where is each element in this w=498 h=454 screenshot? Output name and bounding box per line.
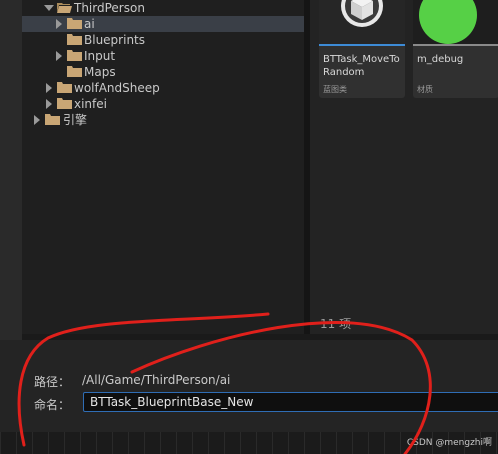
save-dialog-footer <box>0 340 498 432</box>
tree-item-maps[interactable]: Maps <box>22 64 304 80</box>
chevron-right-icon[interactable] <box>46 83 52 93</box>
folder-icon <box>57 82 72 93</box>
chevron-down-icon[interactable] <box>44 5 54 11</box>
path-label: 路径： <box>34 375 71 389</box>
tree-item-label: Input <box>84 49 116 63</box>
asset-type-bar <box>319 44 405 46</box>
chevron-right-icon[interactable] <box>56 19 62 29</box>
tree-item-input[interactable]: Input <box>22 48 304 64</box>
watermark: CSDN @mengzhi啊 <box>406 438 492 448</box>
asset-name-overflow: ... <box>323 70 333 76</box>
tree-item-engine[interactable]: 引擎 <box>22 112 304 128</box>
chevron-right-icon[interactable] <box>34 115 40 125</box>
asset-name: m_debug <box>417 54 464 65</box>
tree-item-label: ThirdPerson <box>74 1 145 15</box>
asset-type: 蓝图类 <box>323 85 347 94</box>
tree-item-wolfandsheep[interactable]: wolfAndSheep <box>22 80 304 96</box>
folder-icon <box>67 66 82 77</box>
path-value: /All/Game/ThirdPerson/ai <box>82 373 231 387</box>
folder-tree: ThirdPerson ai Blueprints Input Maps wol… <box>22 0 304 334</box>
tree-item-thirdperson[interactable]: ThirdPerson <box>22 0 304 16</box>
asset-card-bttask[interactable]: BTTask_MoveToRandom ... 蓝图类 <box>319 0 405 98</box>
tree-item-xinfei[interactable]: xinfei <box>22 96 304 112</box>
tree-item-label: Maps <box>84 65 116 79</box>
tree-item-blueprints[interactable]: Blueprints <box>22 32 304 48</box>
green-sphere-icon <box>418 0 478 48</box>
tree-item-ai[interactable]: ai <box>22 16 304 32</box>
folder-icon <box>57 98 72 109</box>
asset-grid: BTTask_MoveToRandom ... 蓝图类 m_debug 材质 <box>310 0 498 334</box>
asset-thumbnail <box>319 0 405 44</box>
asset-card-m-debug[interactable]: m_debug 材质 <box>413 0 498 98</box>
folder-icon <box>67 18 82 29</box>
tree-item-label: Blueprints <box>84 33 146 47</box>
folder-icon <box>67 50 82 61</box>
asset-thumbnail <box>413 0 498 44</box>
cube-icon <box>340 0 384 34</box>
folder-icon <box>67 34 82 45</box>
tree-item-label: ai <box>84 17 95 31</box>
item-count: 11 项 <box>320 317 352 331</box>
asset-type-bar <box>413 44 498 46</box>
name-label: 命名： <box>34 398 71 412</box>
left-edge-panel <box>0 0 22 340</box>
chevron-right-icon[interactable] <box>56 51 62 61</box>
folder-open-icon <box>57 2 72 13</box>
asset-name-input[interactable] <box>83 392 498 412</box>
tree-item-label: xinfei <box>74 97 107 111</box>
tree-item-label: wolfAndSheep <box>74 81 160 95</box>
folder-icon <box>45 114 60 125</box>
tree-item-label: 引擎 <box>63 113 88 127</box>
chevron-right-icon[interactable] <box>46 99 52 109</box>
asset-type: 材质 <box>417 85 433 94</box>
